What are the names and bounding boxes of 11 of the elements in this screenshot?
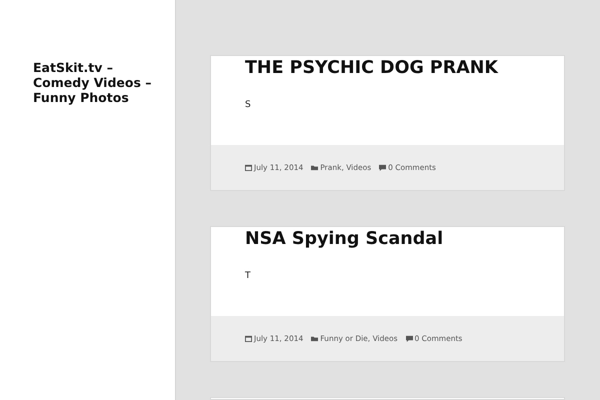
folder-icon [311,164,318,171]
folder-icon [311,335,318,342]
comment-icon [379,164,386,171]
comment-icon [406,335,412,342]
site-title[interactable]: EatSkit.tv – Comedy Videos – Funny Photos [33,60,155,105]
post-title[interactable]: THE PSYCHIC DOG PRANK [245,58,544,78]
post-excerpt: T [245,271,252,281]
calendar-icon [245,164,252,171]
post-title[interactable]: NSA Spying Scandal [245,229,544,249]
post-excerpt: S [245,100,252,110]
calendar-icon [245,335,252,342]
